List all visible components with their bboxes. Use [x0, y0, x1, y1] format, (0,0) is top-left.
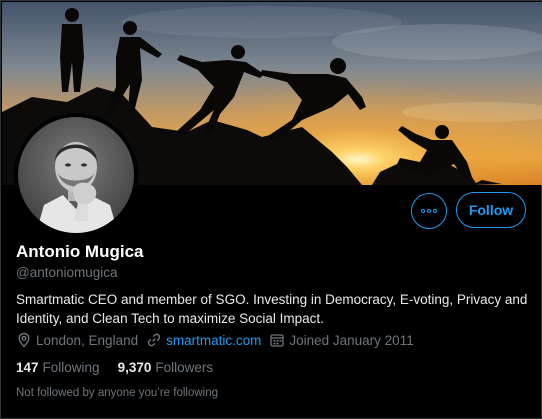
avatar[interactable] — [14, 113, 138, 237]
location-item: London, England — [16, 332, 138, 348]
display-name: Antonio Mugica — [16, 242, 144, 261]
follow-stats: 147 Following 9,370 Followers — [16, 360, 231, 375]
joined-item: Joined January 2011 — [269, 332, 414, 348]
profile-meta-row: London, England smartmatic.com Joined Ja… — [16, 332, 422, 348]
more-options-button[interactable] — [411, 193, 447, 229]
follow-button[interactable]: Follow — [456, 192, 526, 228]
followers-link[interactable]: 9,370 Followers — [118, 360, 214, 375]
avatar-photo — [18, 117, 134, 233]
following-label: Following — [42, 360, 100, 375]
website-item: smartmatic.com — [146, 332, 261, 348]
profile-header: Follow Antonio Mugica @antoniomugica Sma… — [0, 0, 542, 419]
website-link[interactable]: smartmatic.com — [166, 333, 261, 348]
followers-label: Followers — [155, 360, 214, 375]
location-pin-icon — [16, 332, 32, 348]
profile-bio: Smartmatic CEO and member of SGO. Invest… — [16, 292, 528, 326]
username-handle: @antoniomugica — [16, 265, 118, 280]
followers-count: 9,370 — [117, 360, 152, 375]
link-icon — [146, 332, 162, 348]
joined-text: Joined January 2011 — [289, 332, 414, 348]
calendar-icon — [269, 332, 285, 348]
more-horizontal-icon — [421, 209, 437, 213]
followed-by-note: Not followed by anyone you’re following — [16, 387, 219, 399]
following-link[interactable]: 147 Following — [16, 360, 100, 375]
following-count: 147 — [16, 360, 39, 375]
location-text: London, England — [36, 332, 139, 348]
